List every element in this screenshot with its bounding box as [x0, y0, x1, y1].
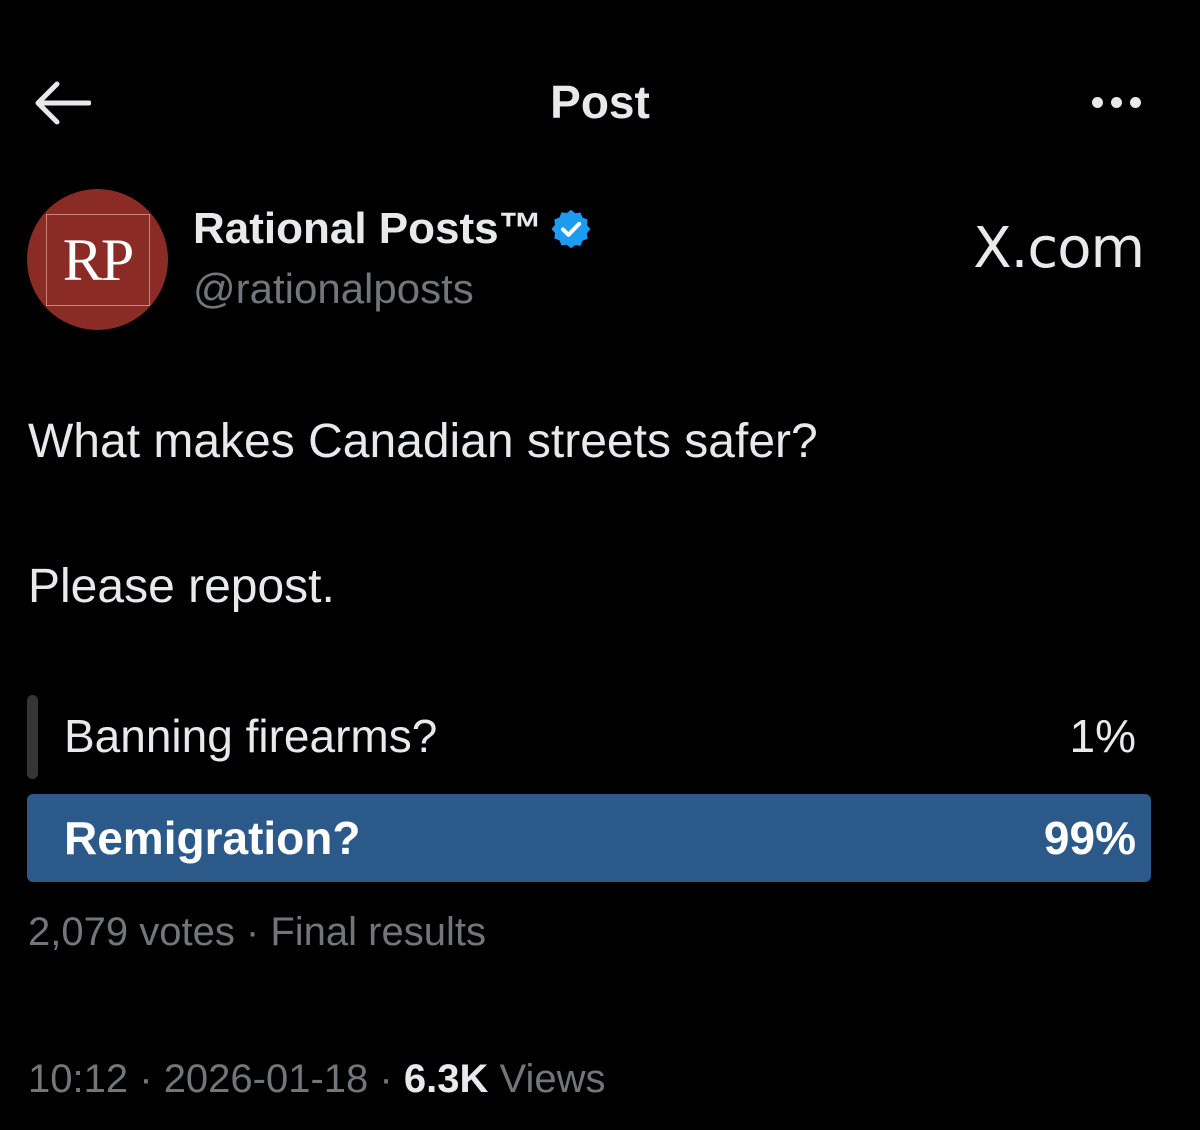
poll-option-banning-firearms[interactable]: Banning firearms? 1% — [27, 695, 1162, 783]
post-date: 2026-01-18 — [163, 1057, 369, 1101]
avatar-logo-text: RP — [62, 226, 134, 293]
post-metadata: 10:12 · 2026-01-18 · 6.3K Views — [28, 1052, 605, 1106]
post-text-line-1: What makes Canadian streets safer? — [28, 415, 818, 468]
back-button[interactable] — [28, 72, 96, 134]
poll-option-label: Banning firearms? — [64, 710, 438, 762]
top-bar: Post — [0, 0, 1200, 200]
poll-option-percent: 99% — [1043, 812, 1136, 864]
page-title: Post — [550, 76, 650, 128]
poll-bar-1 — [27, 695, 38, 779]
meta-separator: · — [379, 1057, 393, 1101]
brand-watermark: X.com — [973, 216, 1145, 281]
poll-option-remigration[interactable]: Remigration? 99% — [27, 794, 1162, 882]
post-text-line-2: Please repost. — [28, 560, 335, 613]
verified-badge-icon — [549, 207, 593, 251]
poll-option-label: Remigration? — [64, 812, 361, 864]
arrow-left-icon — [35, 81, 91, 125]
poll-option-percent: 1% — [1069, 710, 1136, 762]
more-options-button[interactable] — [1078, 78, 1154, 126]
author-handle[interactable]: @rationalposts — [193, 263, 474, 315]
more-horizontal-icon — [1091, 96, 1103, 108]
author-display-name[interactable]: Rational Posts™ — [193, 202, 593, 256]
meta-separator: · — [139, 1057, 153, 1101]
author-name-text: Rational Posts™ — [193, 204, 543, 253]
views-count[interactable]: 6.3K — [404, 1057, 489, 1101]
poll-summary: 2,079 votes · Final results — [28, 910, 486, 954]
avatar[interactable]: RP — [27, 189, 168, 330]
post-time: 10:12 — [28, 1057, 129, 1101]
views-label: Views — [499, 1057, 606, 1101]
